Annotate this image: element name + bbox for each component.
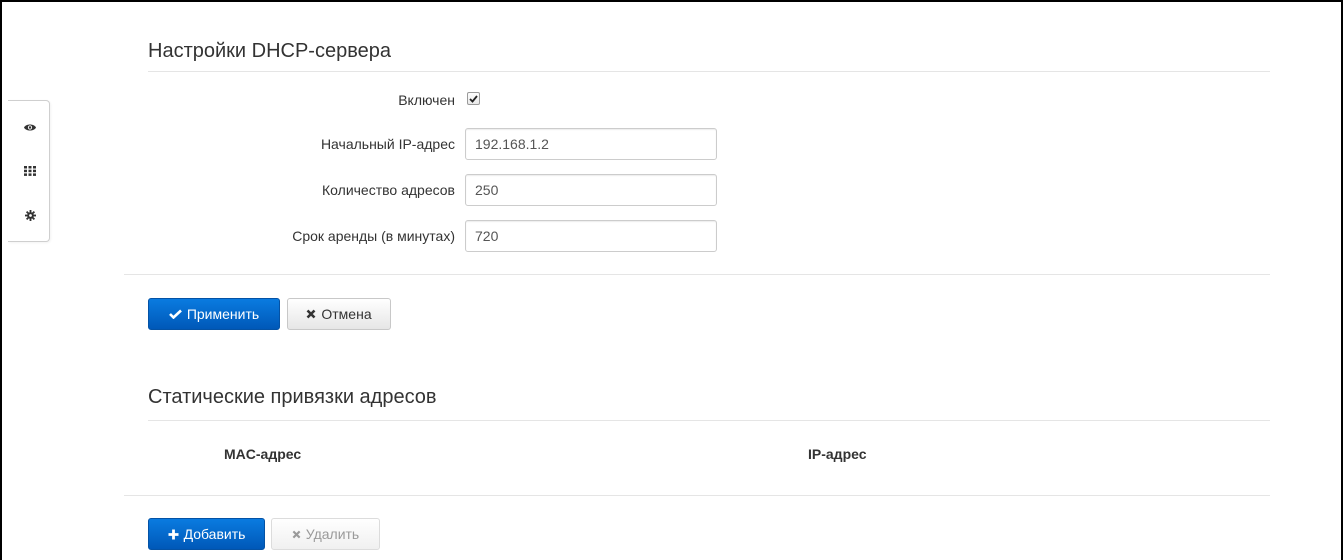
column-header-ip: IP-адрес xyxy=(808,446,867,462)
count-row: Количество адресов xyxy=(0,174,1343,206)
divider xyxy=(148,420,1270,421)
column-header-mac: MAC-адрес xyxy=(224,446,302,462)
delete-button[interactable]: Удалить xyxy=(271,518,380,550)
lease-input[interactable] xyxy=(465,220,717,252)
lease-row: Срок аренды (в минутах) xyxy=(0,220,1343,252)
delete-label: Удалить xyxy=(305,526,360,542)
divider xyxy=(124,274,1270,275)
count-label: Количество адресов xyxy=(322,182,455,198)
enabled-checkbox[interactable] xyxy=(467,92,480,105)
divider xyxy=(124,495,1270,496)
enabled-label: Включен xyxy=(398,92,455,108)
enabled-row: Включен xyxy=(0,88,1343,120)
add-label: Добавить xyxy=(183,526,246,542)
apply-label: Применить xyxy=(186,306,260,322)
plus-icon xyxy=(168,529,179,539)
close-icon xyxy=(306,309,316,319)
start-ip-row: Начальный IP-адрес xyxy=(0,128,1343,160)
apply-button[interactable]: Применить xyxy=(148,298,280,330)
cancel-label: Отмена xyxy=(321,306,372,322)
checkmark-icon xyxy=(469,94,478,103)
divider xyxy=(148,71,1270,72)
count-input[interactable] xyxy=(465,174,717,206)
check-icon xyxy=(168,309,182,319)
static-section-title: Статические привязки адресов xyxy=(148,386,437,408)
window-frame xyxy=(0,0,1343,560)
lease-label: Срок аренды (в минутах) xyxy=(292,228,455,244)
start-ip-input[interactable] xyxy=(465,128,717,160)
close-icon xyxy=(292,530,301,538)
start-ip-label: Начальный IP-адрес xyxy=(320,136,455,152)
add-button[interactable]: Добавить xyxy=(148,518,265,550)
dhcp-section-title: Настройки DHCP-сервера xyxy=(148,40,391,62)
cancel-button[interactable]: Отмена xyxy=(287,298,391,330)
